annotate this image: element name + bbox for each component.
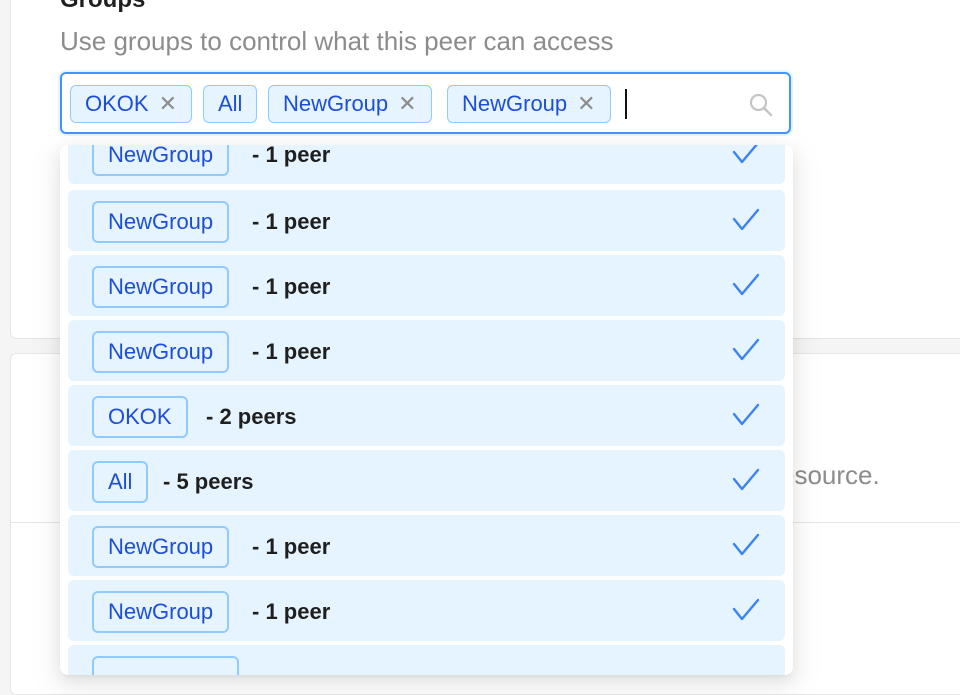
section-title: Groups xyxy=(60,0,145,14)
dropdown-option[interactable]: NewGroup - 1 peer xyxy=(68,580,785,641)
search-icon xyxy=(749,93,773,117)
option-group-tag: NewGroup xyxy=(92,145,230,176)
close-icon[interactable]: ✕ xyxy=(159,93,177,115)
option-group-tag: OKOK xyxy=(92,396,188,438)
dropdown-option[interactable] xyxy=(68,645,785,675)
option-group-tag: NewGroup xyxy=(92,526,230,568)
check-icon xyxy=(732,403,760,426)
groups-dropdown[interactable]: NewGroup - 1 peer NewGroup - 1 peer NewG… xyxy=(60,145,793,675)
close-icon[interactable]: ✕ xyxy=(577,93,595,115)
selected-tag-okok[interactable]: OKOK ✕ xyxy=(70,85,193,123)
option-peer-count: - 1 peer xyxy=(252,145,331,167)
option-peer-count: - 5 peers xyxy=(163,469,254,494)
check-icon xyxy=(732,338,760,361)
option-peer-count: - 1 peer xyxy=(252,339,331,364)
close-icon[interactable]: ✕ xyxy=(398,93,416,115)
dropdown-option[interactable]: NewGroup - 1 peer xyxy=(68,145,785,184)
check-icon xyxy=(732,468,760,491)
text-caret xyxy=(625,89,627,119)
option-group-tag xyxy=(92,656,239,675)
option-group-tag: NewGroup xyxy=(92,201,230,243)
card2-description: esource. xyxy=(780,460,880,490)
tag-label: NewGroup xyxy=(283,91,389,116)
selected-tag-all[interactable]: All xyxy=(203,85,258,123)
dropdown-option[interactable]: NewGroup - 1 peer xyxy=(68,320,785,381)
check-icon xyxy=(732,145,758,164)
option-group-tag: NewGroup xyxy=(92,331,230,373)
option-group-tag: NewGroup xyxy=(92,591,230,633)
option-group-tag: NewGroup xyxy=(92,266,230,308)
section-description: Use groups to control what this peer can… xyxy=(60,26,614,56)
option-peer-count: - 1 peer xyxy=(252,599,331,624)
tag-label: OKOK xyxy=(85,91,149,116)
dropdown-option[interactable]: OKOK - 2 peers xyxy=(68,385,785,446)
tag-label: All xyxy=(218,91,243,116)
dropdown-option[interactable]: NewGroup - 1 peer xyxy=(68,190,785,251)
check-icon xyxy=(732,533,760,556)
selected-tag-newgroup[interactable]: NewGroup ✕ xyxy=(268,85,432,123)
option-peer-count: - 1 peer xyxy=(252,534,331,559)
dropdown-option[interactable]: NewGroup - 1 peer xyxy=(68,255,785,316)
check-icon xyxy=(732,598,760,621)
option-peer-count: - 1 peer xyxy=(252,209,331,234)
check-icon xyxy=(732,273,760,296)
tag-label: NewGroup xyxy=(462,91,568,116)
option-peer-count: - 2 peers xyxy=(206,404,297,429)
dropdown-option[interactable]: NewGroup - 1 peer xyxy=(68,515,785,576)
check-icon xyxy=(732,208,760,231)
groups-select[interactable]: OKOK ✕ All NewGroup ✕ NewGroup ✕ xyxy=(60,72,791,134)
option-peer-count: - 1 peer xyxy=(252,274,331,299)
dropdown-option[interactable]: All - 5 peers xyxy=(68,450,785,511)
selected-tag-newgroup[interactable]: NewGroup ✕ xyxy=(447,85,611,123)
option-group-tag: All xyxy=(92,461,149,503)
